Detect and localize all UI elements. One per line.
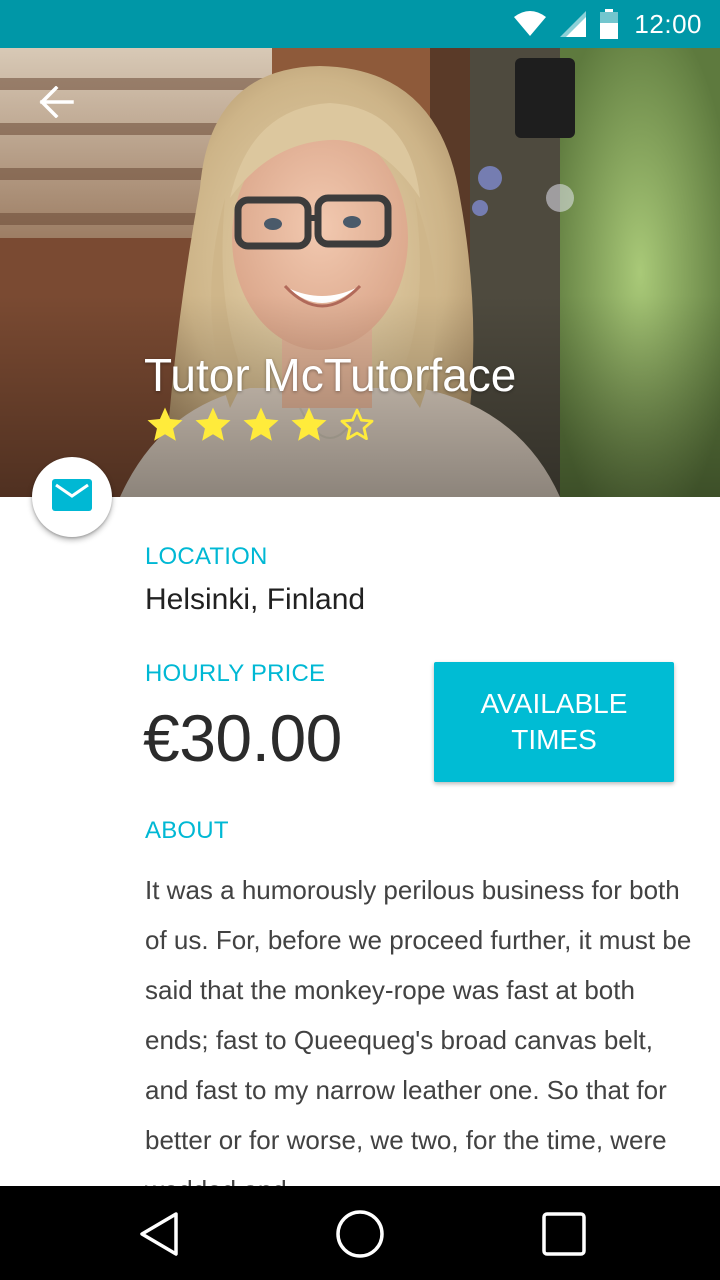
back-button[interactable] xyxy=(30,84,82,124)
cell-signal-icon xyxy=(560,9,587,39)
nav-recents-icon xyxy=(538,1212,590,1264)
battery-icon xyxy=(600,9,619,39)
location-value: Helsinki, Finland xyxy=(145,583,366,616)
wifi-icon xyxy=(514,9,547,39)
about-text: It was a humorously perilous business fo… xyxy=(145,875,692,1205)
nav-home-icon xyxy=(334,1210,386,1264)
nav-back-button[interactable] xyxy=(134,1208,186,1260)
star-filled-icon xyxy=(195,407,231,441)
available-times-label: AVAILABLE TIMES xyxy=(480,688,628,755)
nav-home-button[interactable] xyxy=(334,1208,386,1260)
mail-icon xyxy=(52,478,92,516)
star-filled-icon xyxy=(291,407,327,441)
star-filled-icon xyxy=(147,407,183,441)
available-times-button[interactable]: AVAILABLE TIMES xyxy=(434,662,674,782)
navigation-bar xyxy=(0,1186,720,1280)
arrow-back-icon xyxy=(38,85,74,123)
nav-recents-button[interactable] xyxy=(538,1208,590,1260)
status-bar: 12:00 xyxy=(0,0,720,48)
hourly-price-label: HOURLY PRICE xyxy=(145,660,326,687)
about-label: ABOUT xyxy=(145,817,229,844)
hourly-price-value: €30.00 xyxy=(143,701,342,775)
status-time: 12:00 xyxy=(634,8,702,39)
tutor-name: Tutor McTutorface xyxy=(144,349,517,401)
star-filled-icon xyxy=(243,407,279,441)
star-rating xyxy=(143,404,379,446)
profile-header: Tutor McTutorface xyxy=(0,48,720,497)
location-label: LOCATION xyxy=(145,543,268,570)
nav-back-icon xyxy=(134,1212,186,1264)
star-outline-icon xyxy=(340,408,374,441)
message-button[interactable] xyxy=(32,457,112,537)
